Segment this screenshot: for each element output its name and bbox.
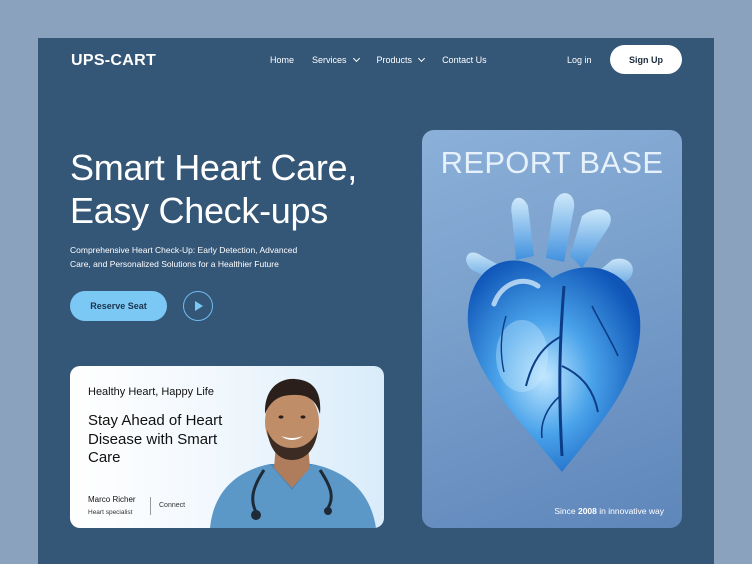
nav-item-services[interactable]: Services [312, 54, 360, 65]
panel-title: REPORT BASE [440, 145, 664, 180]
play-video-button[interactable] [183, 291, 213, 321]
divider [150, 497, 151, 515]
foot-prefix: Since [554, 506, 576, 516]
report-panel: REPORT BASE Since 2008 in innovative way [422, 130, 682, 528]
landing-frame: UPS-CART Home Services Products Contact … [38, 38, 714, 564]
nav-item-contact[interactable]: Contact Us [442, 55, 487, 65]
reserve-seat-button[interactable]: Reserve Seat [70, 291, 167, 321]
doctor-photo [210, 378, 376, 528]
chevron-down-icon [418, 54, 426, 63]
hero-title-line2: Easy Check-ups [70, 190, 328, 231]
doctor-name: Marco Richer [88, 495, 136, 504]
panel-footnote: Since 2008 in innovative way [554, 506, 664, 516]
doctor-card: Healthy Heart, Happy Life Stay Ahead of … [70, 366, 384, 528]
foot-suffix: in innovative way [599, 506, 664, 516]
nav-label: Contact Us [442, 55, 487, 65]
play-icon [195, 301, 203, 311]
login-link[interactable]: Log in [567, 55, 592, 65]
main-nav: Home Services Products Contact Us [270, 54, 505, 65]
nav-item-home[interactable]: Home [270, 55, 294, 65]
foot-year: 2008 [577, 506, 597, 516]
chevron-down-icon [352, 54, 360, 63]
hero-title: Smart Heart Care, Easy Check-ups [70, 146, 410, 232]
glass-heart-illustration [466, 193, 641, 472]
nav-item-products[interactable]: Products [376, 54, 426, 65]
nav-label: Home [270, 55, 295, 65]
hero-subtitle: Comprehensive Heart Check-Up: Early Dete… [70, 245, 298, 269]
hero-title-line1: Smart Heart Care, [70, 147, 357, 188]
connect-link[interactable]: Connect [159, 502, 185, 509]
signup-button[interactable]: Sign Up [610, 45, 682, 74]
nav-label: Services [312, 55, 347, 65]
nav-label: Products [376, 55, 413, 65]
doctor-role: Heart specialist [88, 509, 133, 516]
brand-logo[interactable]: UPS-CART [71, 52, 156, 70]
card-eyebrow: Healthy Heart, Happy Life [88, 386, 214, 398]
